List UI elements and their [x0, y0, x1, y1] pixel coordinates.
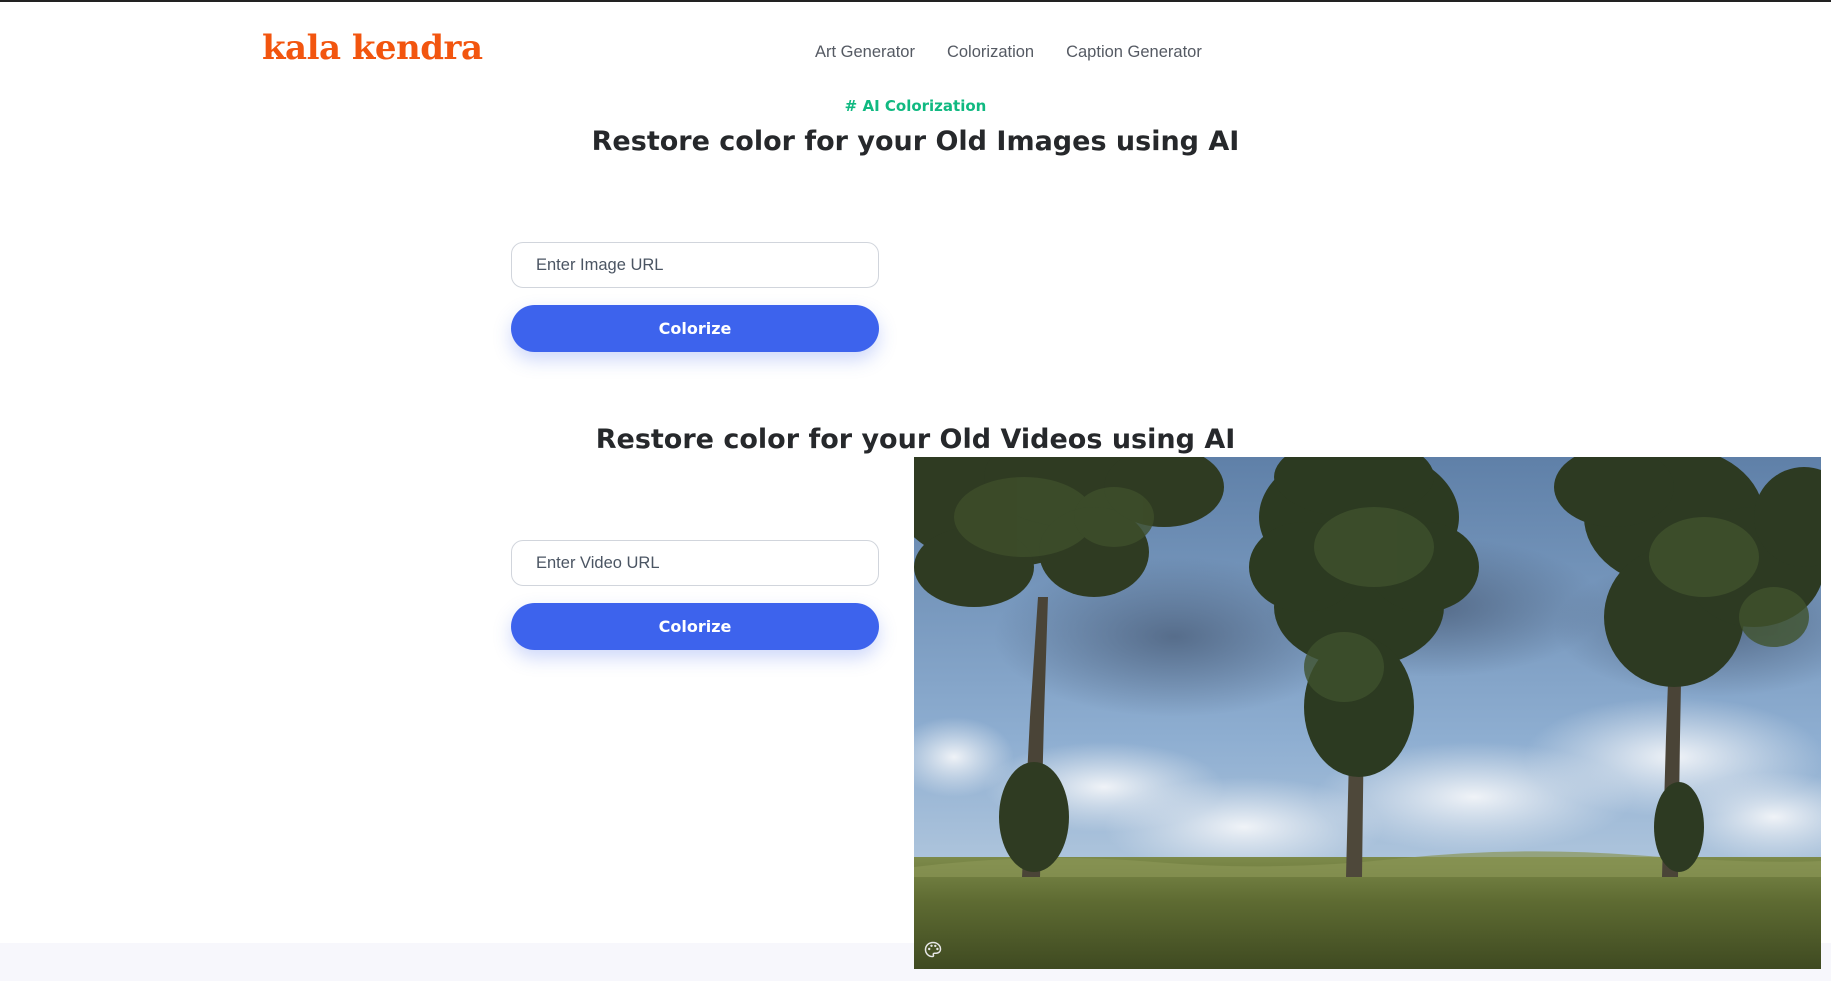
colorize-video-button[interactable]: Colorize: [511, 603, 879, 650]
nav-caption-generator[interactable]: Caption Generator: [1066, 43, 1202, 62]
colorize-image-button[interactable]: Colorize: [511, 305, 879, 352]
video-url-input[interactable]: [511, 540, 879, 586]
page: kala kendra Art Generator Colorization C…: [0, 0, 1831, 981]
video-preview[interactable]: [914, 457, 1821, 969]
video-section-title: Restore color for your Old Videos using …: [595, 424, 1236, 455]
nav-art-generator[interactable]: Art Generator: [815, 43, 915, 62]
main-nav: Art Generator Colorization Caption Gener…: [815, 43, 1202, 62]
image-url-input[interactable]: [511, 242, 879, 288]
video-frame-image: [914, 457, 1821, 969]
image-section-title: Restore color for your Old Images using …: [591, 126, 1240, 157]
logo[interactable]: kala kendra: [262, 28, 483, 68]
palette-icon[interactable]: [924, 941, 942, 959]
section-tag: # AI Colorization: [844, 97, 987, 115]
nav-colorization[interactable]: Colorization: [947, 43, 1034, 62]
